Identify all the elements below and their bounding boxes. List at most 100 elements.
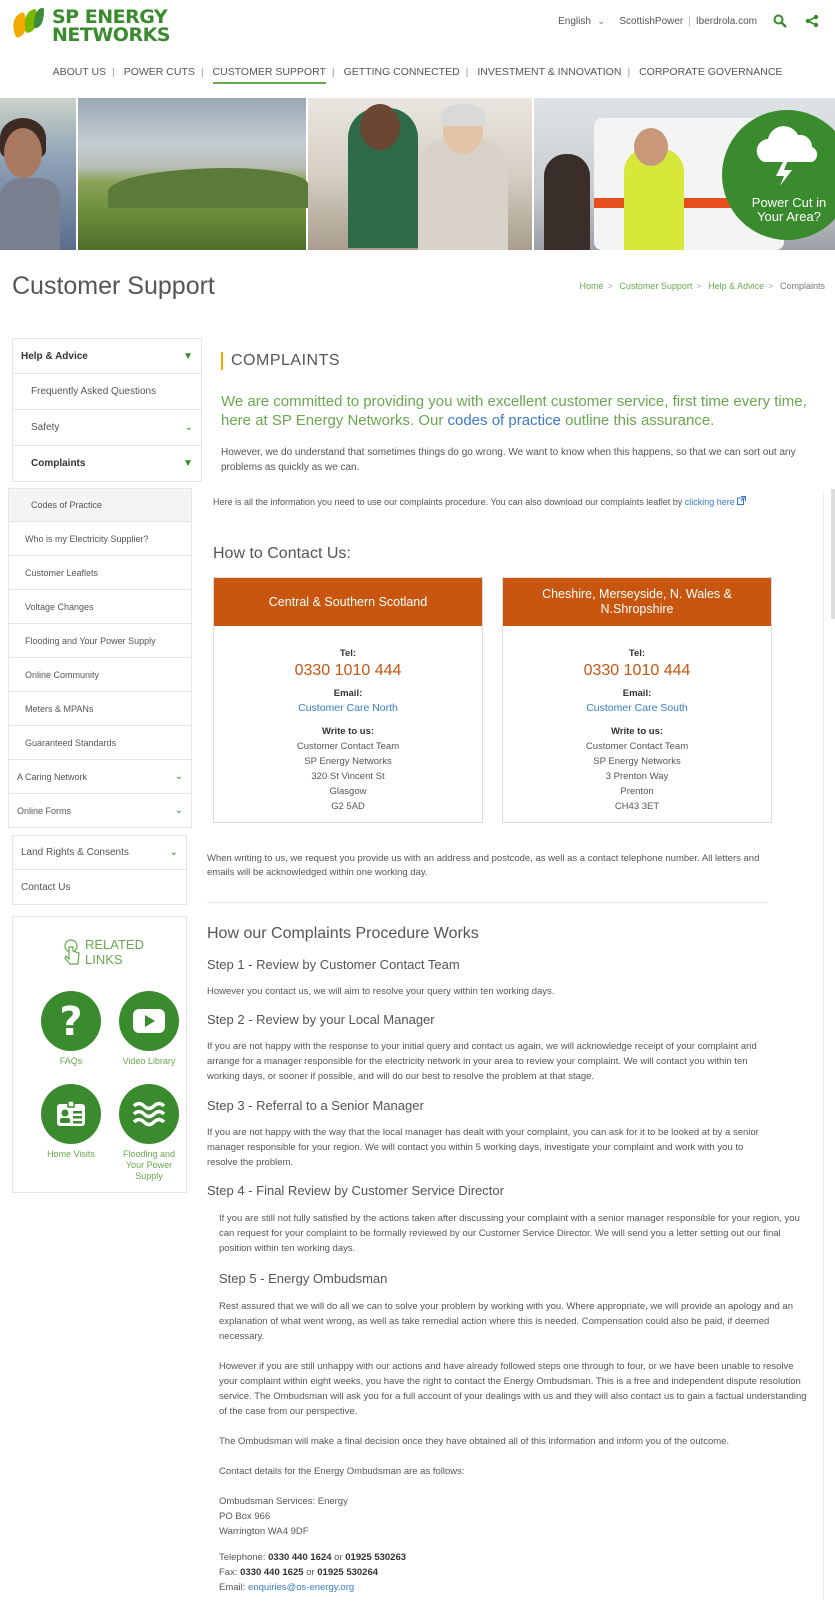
sidebar-item-customer-leaflets[interactable]: Customer Leaflets — [8, 556, 192, 590]
sidebar-item-flooding[interactable]: Flooding and Your Power Supply — [8, 624, 192, 658]
step-3-title: Step 3 - Referral to a Senior Manager — [207, 1098, 424, 1113]
nav-power-cuts[interactable]: POWER CUTS — [118, 66, 201, 78]
sidebar-item-label: Help & Advice — [21, 350, 88, 362]
id-badge-icon — [41, 1084, 101, 1144]
nav-investment-innovation[interactable]: INVESTMENT & INNOVATION — [471, 66, 627, 78]
share-icon[interactable] — [803, 12, 821, 30]
sidebar-item-complaints[interactable]: Complaints ▼ — [12, 446, 202, 482]
sidebar-item-guaranteed-standards[interactable]: Guaranteed Standards — [8, 726, 192, 760]
write-label: Write to us: — [321, 726, 375, 737]
site-header: SP ENERGY NETWORKS English ⌄ ScottishPow… — [0, 0, 835, 96]
step-5-title: Step 5 - Energy Ombudsman — [219, 1271, 388, 1286]
telephone-number[interactable]: 01925 530263 — [345, 1552, 406, 1563]
ombudsman-address: Ombudsman Services: Energy PO Box 966 Wa… — [219, 1494, 348, 1539]
intro-paragraph: However, we do understand that sometimes… — [221, 447, 796, 473]
address-line: CH43 3ET — [614, 801, 660, 812]
caret-down-icon: ▼ — [183, 458, 193, 469]
banner-photo-landscape — [78, 98, 308, 250]
sidebar-item-label: A Caring Network — [17, 771, 88, 782]
leaflet-download-link[interactable]: clicking here — [684, 496, 747, 507]
nav-customer-support[interactable]: CUSTOMER SUPPORT — [207, 66, 332, 84]
email-link[interactable]: Customer Care South — [586, 702, 688, 714]
language-selector[interactable]: English ⌄ — [558, 16, 605, 27]
step-4-title: Step 4 - Final Review by Customer Servic… — [207, 1183, 504, 1198]
scottishpower-link[interactable]: ScottishPower — [619, 16, 683, 27]
chevron-down-icon: ⌄ — [596, 15, 606, 27]
address-line: 320 St Vincent St — [311, 771, 385, 782]
address-line: G2 5AD — [331, 801, 365, 812]
ombudsman-paragraph: However if you are still unhappy with ou… — [219, 1361, 807, 1417]
sidebar-item-online-community[interactable]: Online Community — [8, 658, 192, 692]
logo[interactable]: SP ENERGY NETWORKS — [8, 8, 171, 46]
sidebar-item-voltage-changes[interactable]: Voltage Changes — [8, 590, 192, 624]
sidebar-item-label: Safety — [31, 422, 60, 433]
sidebar-item-electricity-supplier[interactable]: Who is my Electricity Supplier? — [8, 522, 192, 556]
sidebar-item-label: Customer Leaflets — [25, 567, 99, 578]
phone-number[interactable]: 0330 1010 444 — [503, 661, 771, 680]
related-link-home-visits[interactable]: Home Visits — [31, 1084, 111, 1160]
address-line: Glasgow — [329, 786, 367, 797]
sidebar-lower: Land Rights & Consents ⌄ Contact Us — [12, 835, 187, 905]
breadcrumb-customer-support[interactable]: Customer Support — [619, 281, 692, 291]
ombudsman-fax: Fax: 0330 440 1625 or 01925 530264 — [219, 1565, 406, 1580]
related-links: RELATED LINKS ? FAQs Video Library Home … — [12, 916, 187, 1193]
section-heading: COMPLAINTS — [221, 352, 340, 370]
banner-photo-woman — [0, 98, 76, 250]
email-label: Email: — [333, 688, 363, 699]
related-link-flooding[interactable]: Flooding and Your Power Supply — [109, 1084, 189, 1182]
sidebar-item-help-advice[interactable]: Help & Advice ▼ — [12, 338, 202, 374]
sidebar-item-faq[interactable]: Frequently Asked Questions — [12, 374, 202, 410]
step-2-text: If you are not happy with the response t… — [207, 1041, 757, 1082]
external-link-icon — [737, 496, 747, 505]
logo-line-2: NETWORKS — [52, 24, 171, 46]
breadcrumb-help-advice[interactable]: Help & Advice — [708, 281, 764, 291]
ombudsman-email-link[interactable]: enquiries@os-energy.org — [248, 1582, 354, 1593]
or-text: or — [303, 1567, 318, 1578]
how-to-contact-heading: How to Contact Us: — [213, 545, 351, 562]
sidebar-item-label: Flooding and Your Power Supply — [25, 635, 156, 646]
logo-leaf-icon — [8, 8, 48, 39]
step-5-text: Rest assured that we will do all we can … — [219, 1301, 793, 1342]
related-links-heading: RELATED LINKS — [85, 937, 144, 967]
sidebar-item-label: Voltage Changes — [25, 601, 94, 612]
related-link-video-library[interactable]: Video Library — [109, 991, 189, 1067]
waves-icon — [119, 1084, 179, 1144]
iberdrola-link[interactable]: Iberdrola.com — [696, 16, 757, 27]
procedure-heading: How our Complaints Procedure Works — [207, 925, 479, 942]
related-link-faqs[interactable]: ? FAQs — [31, 991, 111, 1067]
contact-card-title: Central & Southern Scotland — [214, 578, 482, 626]
sidebar-item-caring-network[interactable]: A Caring Network ⌄ — [8, 760, 192, 794]
power-cut-text: Power Cut in Your Area? — [751, 195, 827, 224]
related-link-label: Home Visits — [47, 1149, 95, 1159]
divider — [207, 902, 767, 903]
main-nav: ABOUT US | POWER CUTS | CUSTOMER SUPPORT | … — [0, 66, 835, 84]
fax-number: 01925 530264 — [317, 1567, 379, 1578]
write-label: Write to us: — [610, 726, 664, 737]
sidebar-item-codes-of-practice[interactable]: Codes of Practice — [8, 488, 192, 522]
sidebar-item-safety[interactable]: Safety ⌄ — [12, 410, 202, 446]
sidebar-item-label: Complaints — [31, 458, 86, 469]
fax-label: Fax: — [219, 1567, 241, 1578]
sidebar-item-online-forms[interactable]: Online Forms ⌄ — [8, 794, 192, 828]
step-4-text: If you are still not fully satisfied by … — [219, 1213, 800, 1254]
email-link[interactable]: Customer Care North — [298, 702, 398, 714]
nav-getting-connected[interactable]: GETTING CONNECTED — [338, 66, 466, 78]
telephone-number[interactable]: 0330 440 1624 — [268, 1552, 331, 1563]
scrollbar[interactable] — [831, 489, 835, 619]
leaflet-link-label: clicking here — [684, 497, 735, 507]
related-link-label: Flooding and Your Power Supply — [122, 1149, 176, 1181]
address-line: Customer Contact Team — [585, 741, 689, 752]
pointer-hand-icon — [64, 939, 80, 965]
nav-corporate-governance[interactable]: CORPORATE GOVERNANCE — [633, 66, 788, 78]
related-link-label: FAQs — [59, 1056, 83, 1066]
search-icon[interactable] — [771, 12, 789, 30]
sidebar-item-meters-mpans[interactable]: Meters & MPANs — [8, 692, 192, 726]
codes-of-practice-link[interactable]: codes of practice — [448, 412, 561, 429]
contact-card-north: Central & Southern Scotland Tel: 0330 10… — [213, 577, 483, 823]
address-line: PO Box 966 — [219, 1511, 271, 1522]
phone-number[interactable]: 0330 1010 444 — [214, 661, 482, 680]
sidebar-item-land-rights[interactable]: Land Rights & Consents ⌄ — [12, 835, 187, 870]
breadcrumb-home[interactable]: Home — [580, 281, 604, 291]
sidebar-item-contact-us[interactable]: Contact Us — [12, 870, 187, 905]
nav-about-us[interactable]: ABOUT US — [47, 66, 112, 78]
